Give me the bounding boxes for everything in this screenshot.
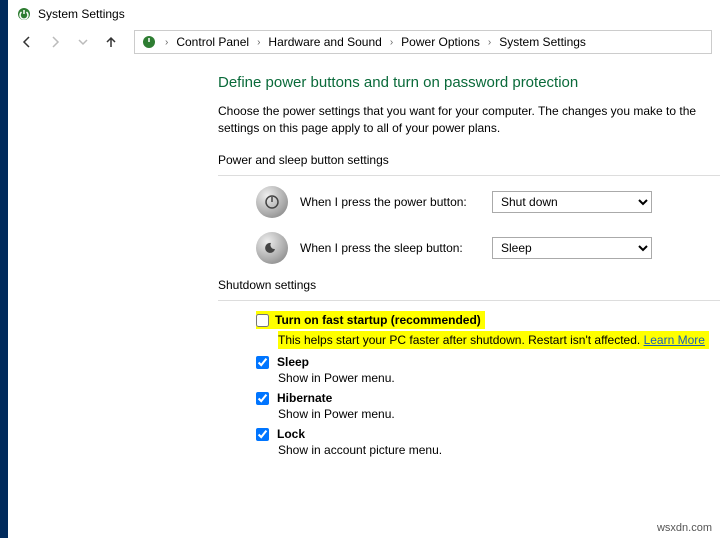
forward-button[interactable] (44, 31, 66, 53)
hibernate-desc: Show in Power menu. (278, 407, 720, 421)
navbar: › Control Panel › Hardware and Sound › P… (8, 28, 720, 64)
sleep-button-select[interactable]: Sleep (492, 237, 652, 259)
fast-startup-checkbox[interactable] (256, 314, 269, 327)
sleep-icon (256, 232, 288, 264)
hibernate-label: Hibernate (277, 391, 332, 405)
breadcrumb[interactable]: › Control Panel › Hardware and Sound › P… (134, 30, 712, 54)
power-options-icon (141, 34, 157, 50)
fast-startup-option: Turn on fast startup (recommended) (256, 311, 720, 329)
sleep-label: Sleep (277, 355, 309, 369)
power-button-label: When I press the power button: (300, 195, 480, 209)
window-title: System Settings (38, 7, 125, 21)
sleep-checkbox[interactable] (256, 356, 269, 369)
divider (218, 175, 720, 176)
hibernate-option: Hibernate (256, 391, 720, 405)
power-button-row: When I press the power button: Shut down (256, 186, 720, 218)
sleep-desc: Show in Power menu. (278, 371, 720, 385)
crumb-system-settings[interactable]: System Settings (497, 35, 588, 49)
chevron-right-icon: › (484, 37, 495, 48)
page-title: Define power buttons and turn on passwor… (218, 74, 720, 91)
fast-startup-desc: This helps start your PC faster after sh… (278, 331, 720, 349)
lock-label: Lock (277, 427, 305, 441)
power-button-select[interactable]: Shut down (492, 191, 652, 213)
hibernate-checkbox[interactable] (256, 392, 269, 405)
lock-option: Lock (256, 427, 720, 441)
chevron-right-icon: › (253, 37, 264, 48)
crumb-control-panel[interactable]: Control Panel (174, 35, 251, 49)
page-description: Choose the power settings that you want … (218, 103, 720, 137)
up-button[interactable] (100, 31, 122, 53)
chevron-right-icon: › (161, 37, 172, 48)
watermark: wsxdn.com (657, 522, 712, 534)
sleep-button-label: When I press the sleep button: (300, 241, 480, 255)
learn-more-link[interactable]: Learn More (644, 333, 705, 347)
sleep-option: Sleep (256, 355, 720, 369)
lock-desc: Show in account picture menu. (278, 443, 720, 457)
sleep-button-row: When I press the sleep button: Sleep (256, 232, 720, 264)
crumb-hardware-sound[interactable]: Hardware and Sound (266, 35, 383, 49)
section-power-sleep: Power and sleep button settings (218, 153, 720, 167)
power-icon (256, 186, 288, 218)
fast-startup-label: Turn on fast startup (recommended) (275, 313, 481, 327)
recent-dropdown-icon[interactable] (72, 31, 94, 53)
power-options-icon (16, 6, 32, 22)
titlebar: System Settings (8, 0, 720, 28)
divider (218, 300, 720, 301)
crumb-power-options[interactable]: Power Options (399, 35, 482, 49)
chevron-right-icon: › (386, 37, 397, 48)
lock-checkbox[interactable] (256, 428, 269, 441)
content-pane: Define power buttons and turn on passwor… (8, 64, 720, 457)
section-shutdown: Shutdown settings (218, 278, 720, 292)
back-button[interactable] (16, 31, 38, 53)
